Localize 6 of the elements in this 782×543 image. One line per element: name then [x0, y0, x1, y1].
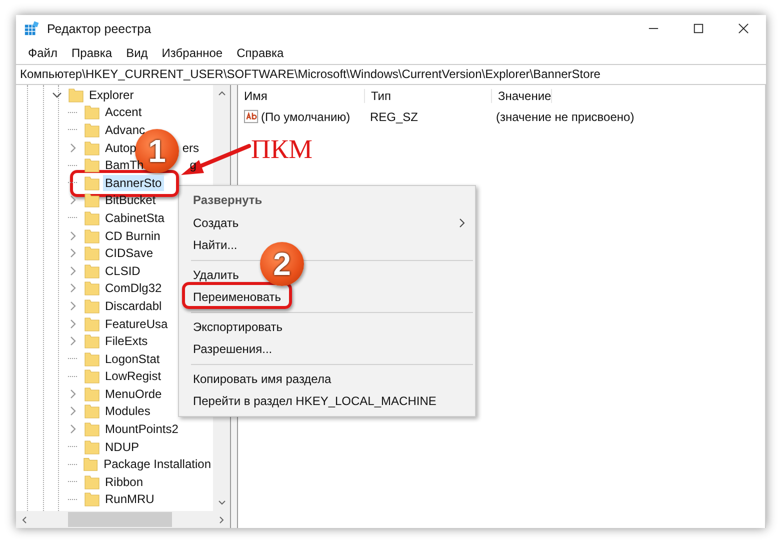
annotation-label: ПКМ	[251, 134, 313, 165]
table-cell: (По умолчанию)	[261, 110, 350, 124]
tree-item-fragment: ers	[181, 140, 200, 156]
table-cell-text: REG_SZ	[369, 110, 420, 124]
table-cell-text: (значение не присвоено)	[495, 110, 634, 124]
window-title: Редактор реестра	[47, 22, 152, 36]
